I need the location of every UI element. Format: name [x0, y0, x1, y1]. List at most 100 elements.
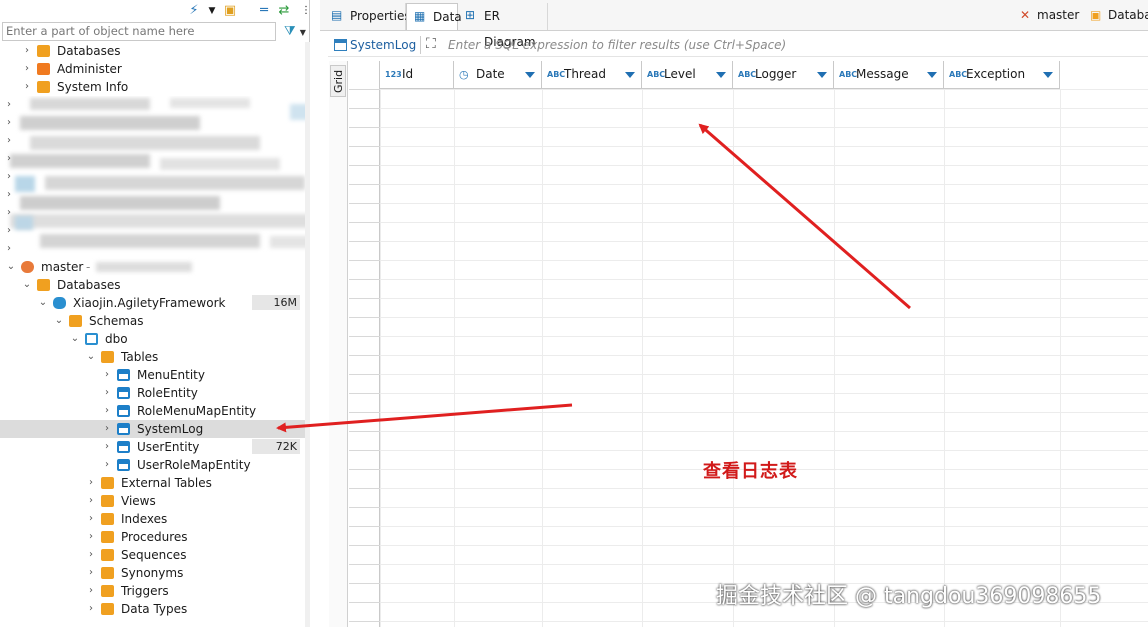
tree-collapsed-row[interactable]: ›	[0, 132, 14, 150]
grid-view-tab[interactable]: Grid	[330, 65, 346, 97]
column-header-date[interactable]: ◷ Date	[454, 61, 542, 89]
chevron-right-icon[interactable]: ›	[102, 366, 112, 384]
column-header-message[interactable]: ABC Message	[834, 61, 944, 89]
filter-funnel-icon[interactable]: ⧩ ▼	[284, 23, 308, 41]
tree-collapsed-row[interactable]: ›	[0, 240, 14, 258]
tree-collapsed-row[interactable]: ›	[0, 168, 14, 186]
sort-dropdown-icon[interactable]	[927, 72, 937, 78]
chevron-right-icon[interactable]: ›	[102, 384, 112, 402]
folder-icon	[101, 531, 114, 543]
sort-dropdown-icon[interactable]	[525, 72, 535, 78]
tree-item-label: Xiaojin.AgiletyFramework	[73, 296, 226, 310]
tree-collapsed-row[interactable]: ›	[0, 222, 14, 240]
active-database[interactable]: Databa	[1108, 8, 1148, 22]
sort-dropdown-icon[interactable]	[817, 72, 827, 78]
navigator-scrollbar[interactable]	[305, 42, 310, 627]
tree-item-label: Schemas	[89, 314, 144, 328]
tab-data[interactable]: ▦ Data	[406, 3, 462, 30]
tree-collapsed-row[interactable]: ›	[0, 114, 14, 132]
tree-item-systemlog[interactable]: › SystemLog	[0, 420, 305, 438]
chevron-right-icon[interactable]: ›	[4, 96, 14, 114]
object-filter-input[interactable]: Enter a part of object name here	[2, 22, 276, 41]
column-header-id[interactable]: 123 Id	[380, 61, 454, 89]
tab-er-diagram[interactable]: ⊞ ER Diagram	[458, 3, 548, 49]
more-menu-icon[interactable]: ⋮	[298, 3, 314, 19]
chevron-right-icon[interactable]: ›	[22, 42, 32, 60]
tree-item-data-types[interactable]: › Data Types	[0, 600, 305, 618]
text-type-icon: ABC	[647, 70, 666, 79]
new-folder-icon[interactable]: ▣	[222, 3, 238, 19]
tree-item-userentity[interactable]: › UserEntity 72K	[0, 438, 305, 456]
tree-item-tables[interactable]: ⌄ Tables	[0, 348, 305, 366]
chevron-right-icon[interactable]: ›	[4, 186, 14, 204]
tree-item-indexes[interactable]: › Indexes	[0, 510, 305, 528]
text-type-icon: ABC	[839, 70, 858, 79]
tree-item-databases[interactable]: ⌄ Databases	[0, 276, 305, 294]
chevron-right-icon[interactable]: ›	[22, 60, 32, 78]
tree-collapsed-row[interactable]: ›	[0, 150, 14, 168]
tree-item-userrolemapentity[interactable]: › UserRoleMapEntity	[0, 456, 305, 474]
chevron-right-icon[interactable]: ›	[102, 402, 112, 420]
chevron-right-icon[interactable]: ›	[102, 438, 112, 456]
folder-icon	[101, 513, 114, 525]
chevron-right-icon[interactable]: ›	[86, 582, 96, 600]
active-connection[interactable]: master	[1037, 8, 1079, 22]
column-header-level[interactable]: ABC Level	[642, 61, 733, 89]
chevron-right-icon[interactable]: ›	[102, 456, 112, 474]
chevron-right-icon[interactable]: ›	[86, 528, 96, 546]
collapse-all-icon[interactable]: ═	[256, 3, 272, 19]
link-editor-icon[interactable]: ⇄	[276, 3, 292, 19]
tree-item-synonyms[interactable]: › Synonyms	[0, 564, 305, 582]
tree-item-external-tables[interactable]: › External Tables	[0, 474, 305, 492]
chevron-right-icon[interactable]: ›	[102, 420, 112, 438]
tree-collapsed-row[interactable]: ›	[0, 204, 14, 222]
tree-item-triggers[interactable]: › Triggers	[0, 582, 305, 600]
tree-item-procedures[interactable]: › Procedures	[0, 528, 305, 546]
chevron-right-icon[interactable]: ›	[86, 600, 96, 618]
tree-item-rolemenumapentity[interactable]: › RoleMenuMapEntity	[0, 402, 305, 420]
chevron-down-icon[interactable]: ⌄	[22, 276, 32, 294]
chevron-right-icon[interactable]: ›	[86, 474, 96, 492]
chevron-right-icon[interactable]: ›	[4, 204, 14, 222]
chevron-right-icon[interactable]: ›	[86, 546, 96, 564]
sort-dropdown-icon[interactable]	[625, 72, 635, 78]
chevron-right-icon[interactable]: ›	[4, 168, 14, 186]
column-header-thread[interactable]: ABC Thread	[542, 61, 642, 89]
chevron-right-icon[interactable]: ›	[86, 564, 96, 582]
chevron-right-icon[interactable]: ›	[4, 132, 14, 150]
tree-item-schemas[interactable]: ⌄ Schemas	[0, 312, 305, 330]
chevron-down-icon[interactable]: ⌄	[86, 348, 96, 366]
sort-dropdown-icon[interactable]	[1043, 72, 1053, 78]
chevron-right-icon[interactable]: ›	[4, 222, 14, 240]
tree-collapsed-row[interactable]: ›	[0, 186, 14, 204]
tree-item-system-info[interactable]: › System Info	[0, 78, 305, 96]
chevron-down-icon[interactable]: ⌄	[70, 330, 80, 348]
tree-item-menuentity[interactable]: › MenuEntity	[0, 366, 305, 384]
sort-dropdown-icon[interactable]	[716, 72, 726, 78]
expand-icon[interactable]: ⛶	[426, 36, 436, 52]
chevron-right-icon[interactable]: ›	[4, 240, 14, 258]
tree-item-views[interactable]: › Views	[0, 492, 305, 510]
chevron-down-icon[interactable]: ⌄	[54, 312, 64, 330]
connect-icon[interactable]: ⚡	[186, 3, 202, 19]
chevron-down-icon[interactable]: ⌄	[6, 258, 16, 276]
sql-filter-input[interactable]: Enter a SQL expression to filter results…	[448, 38, 786, 52]
tab-properties[interactable]: ▤ Properties	[324, 3, 411, 30]
column-header-exception[interactable]: ABC Exception	[944, 61, 1060, 89]
chevron-right-icon[interactable]: ›	[4, 150, 14, 168]
chevron-right-icon[interactable]: ›	[4, 114, 14, 132]
tree-item-master[interactable]: ⌄ master -	[0, 258, 305, 276]
chevron-right-icon[interactable]: ›	[86, 510, 96, 528]
tree-item-database[interactable]: ⌄ Xiaojin.AgiletyFramework 16M	[0, 294, 305, 312]
tree-collapsed-row[interactable]: ›	[0, 96, 14, 114]
chevron-down-icon[interactable]: ⌄	[38, 294, 48, 312]
tree-item-roleentity[interactable]: › RoleEntity	[0, 384, 305, 402]
tree-item-administer[interactable]: › Administer	[0, 60, 305, 78]
tree-item-dbo[interactable]: ⌄ dbo	[0, 330, 305, 348]
chevron-right-icon[interactable]: ›	[86, 492, 96, 510]
tree-item-databases-top[interactable]: › Databases	[0, 42, 305, 60]
column-header-logger[interactable]: ABC Logger	[733, 61, 834, 89]
chevron-down-icon[interactable]: ▼	[204, 3, 220, 19]
chevron-right-icon[interactable]: ›	[22, 78, 32, 96]
tree-item-sequences[interactable]: › Sequences	[0, 546, 305, 564]
